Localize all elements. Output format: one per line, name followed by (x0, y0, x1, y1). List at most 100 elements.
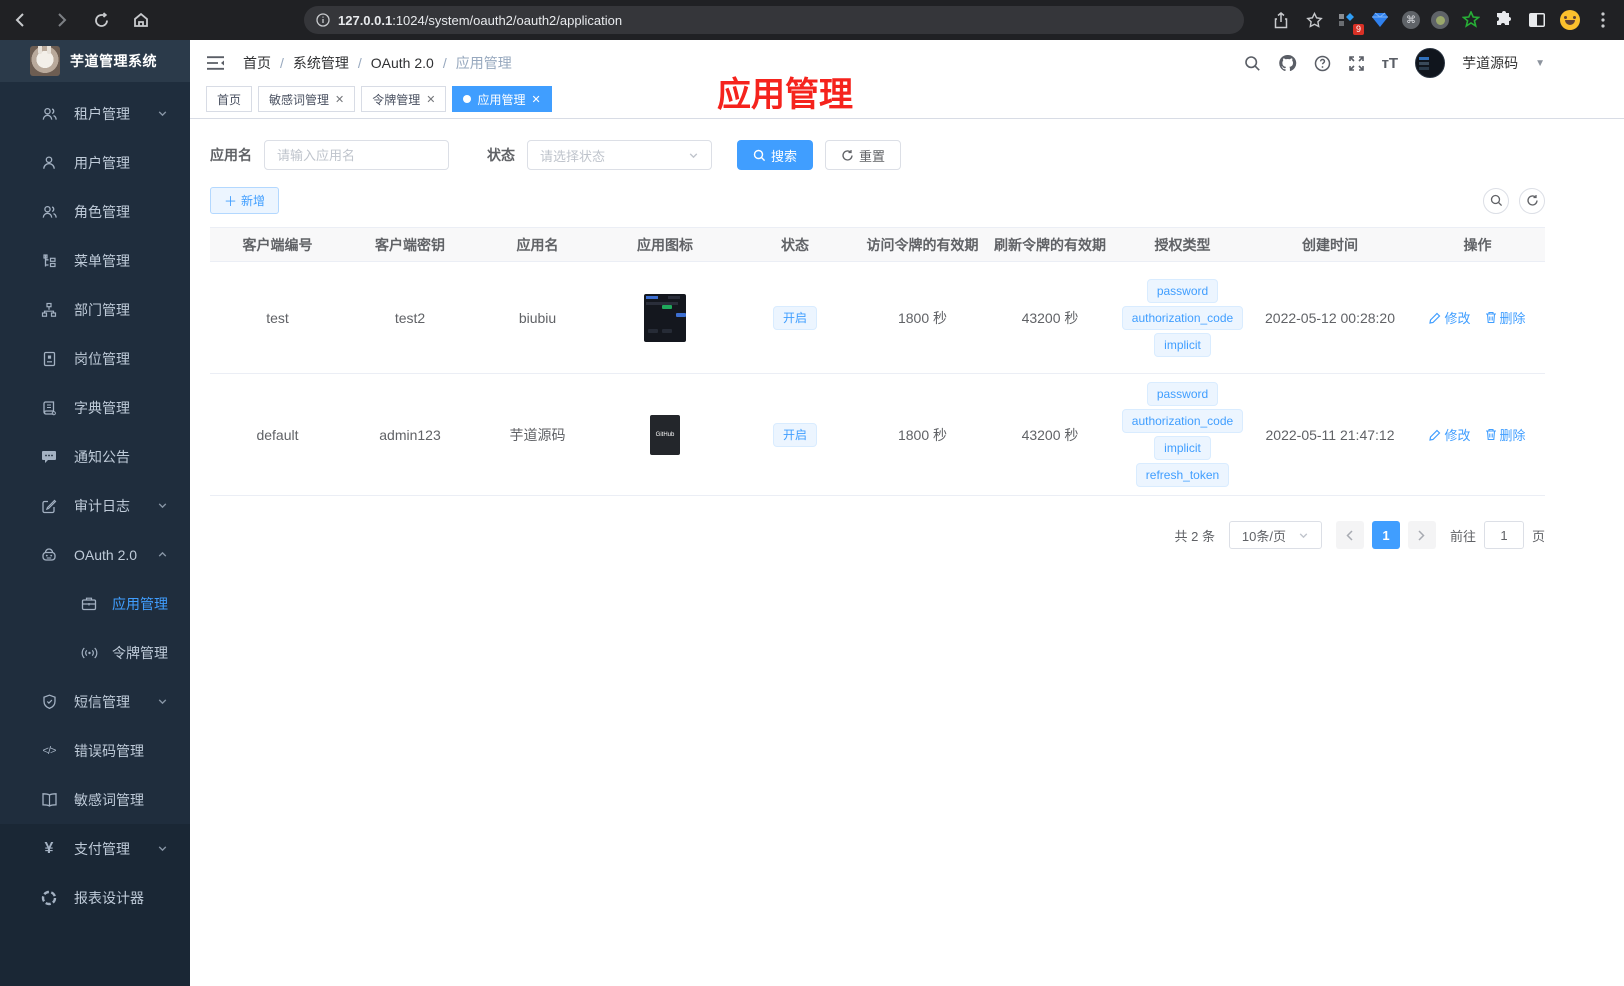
sidebar-item-error-code[interactable]: </> 错误码管理 (0, 726, 190, 775)
close-icon[interactable]: ✕ (426, 93, 435, 106)
menu-tree-icon (40, 253, 58, 269)
sidebar-item-oauth2[interactable]: OAuth 2.0 (0, 530, 190, 579)
github-icon[interactable] (1278, 54, 1297, 72)
delete-button[interactable]: 删除 (1485, 425, 1526, 444)
chevron-down-icon[interactable]: ▼ (1535, 58, 1545, 69)
url-host: 127.0.0.1 (338, 12, 393, 28)
help-icon[interactable] (1314, 55, 1331, 72)
cell-app-name: biubiu (475, 261, 600, 374)
bookmark-star-icon[interactable] (1303, 9, 1325, 31)
sidebar-item-post[interactable]: 岗位管理 (0, 334, 190, 383)
red-annotation-title: 应用管理 (717, 76, 853, 114)
cell-created: 2022-05-11 21:47:12 (1250, 373, 1410, 496)
breadcrumb-oauth2[interactable]: OAuth 2.0 (371, 55, 434, 71)
home-icon[interactable] (128, 7, 154, 33)
shield-check-icon (40, 694, 58, 710)
add-button[interactable]: ＋新增 (210, 187, 280, 214)
applications-table: 客户端编号 客户端密钥 应用名 应用图标 状态 访问令牌的有效期 刷新令牌的有效… (210, 227, 1545, 496)
font-size-icon[interactable]: ᴛT (1382, 55, 1399, 72)
extension-diamond-icon[interactable]: 9 (1336, 9, 1364, 35)
status-select[interactable]: 请选择状态 (527, 140, 712, 170)
sidebar-item-notice[interactable]: 通知公告 (0, 432, 190, 481)
grant-tag: password (1146, 382, 1219, 406)
tab-home[interactable]: 首页 (206, 86, 253, 112)
url-path: :1024/system/oauth2/oauth2/application (392, 12, 623, 28)
sidebar-item-sms[interactable]: 短信管理 (0, 677, 190, 726)
extension-puzzle-icon[interactable] (1493, 9, 1515, 31)
sidebar-item-label: 菜单管理 (74, 252, 130, 269)
back-icon[interactable] (8, 7, 34, 33)
sidebar-item-menu[interactable]: 菜单管理 (0, 236, 190, 285)
tab-sensitive-word[interactable]: 敏感词管理 ✕ (258, 86, 356, 112)
refresh-icon[interactable] (1519, 187, 1545, 214)
breadcrumb-home[interactable]: 首页 (243, 53, 271, 73)
user-name[interactable]: 芋道源码 (1462, 53, 1518, 73)
extension-record-icon[interactable] (1431, 11, 1449, 29)
sidebar-item-label: 用户管理 (74, 154, 130, 171)
forward-icon[interactable] (48, 7, 74, 33)
sidebar-item-application[interactable]: 应用管理 (0, 579, 190, 628)
sidebar-item-audit-log[interactable]: 审计日志 (0, 481, 190, 530)
robot-icon (40, 547, 58, 563)
code-icon: </> (42, 744, 57, 757)
open-book-icon (40, 792, 58, 807)
cell-client-id: test (210, 261, 345, 374)
sidebar-item-role[interactable]: 角色管理 (0, 187, 190, 236)
sidebar-item-payment[interactable]: ¥ 支付管理 (0, 824, 190, 873)
sidebar-item-label: 短信管理 (74, 693, 130, 710)
edit-button[interactable]: 修改 (1429, 425, 1471, 444)
search-icon[interactable] (1244, 55, 1261, 72)
tab-token[interactable]: 令牌管理 ✕ (361, 86, 447, 112)
grant-tag: password (1146, 278, 1219, 303)
toggle-search-icon[interactable] (1483, 187, 1509, 214)
extension-command-icon[interactable]: ⌘ (1402, 11, 1420, 29)
status-badge: 开启 (772, 305, 817, 330)
profile-avatar-icon[interactable] (1559, 9, 1581, 31)
sidebar-item-dict[interactable]: 字典管理 (0, 383, 190, 432)
share-icon[interactable] (1270, 9, 1292, 31)
grant-tag: authorization_code (1121, 409, 1244, 433)
designer-icon (40, 890, 58, 906)
close-icon[interactable]: ✕ (532, 93, 541, 106)
reload-icon[interactable] (88, 7, 114, 33)
cell-refresh-ttl: 43200 秒 (985, 261, 1115, 374)
collapse-sidebar-icon[interactable] (206, 55, 225, 71)
info-icon[interactable] (316, 13, 330, 27)
sidebar-item-label: 角色管理 (74, 203, 130, 220)
app-name-input[interactable] (264, 140, 449, 170)
grant-tag: implicit (1154, 436, 1211, 460)
org-tree-icon (40, 302, 58, 318)
browser-menu-icon[interactable] (1592, 9, 1614, 31)
split-screen-icon[interactable] (1526, 9, 1548, 31)
app-logo: 芋道管理系统 (0, 40, 190, 82)
breadcrumb-system[interactable]: 系统管理 (293, 53, 349, 73)
extension-gem-icon[interactable] (1369, 9, 1391, 31)
extension-green-star-icon[interactable] (1460, 9, 1482, 31)
edit-button[interactable]: 修改 (1429, 308, 1471, 327)
sidebar-item-report-designer[interactable]: 报表设计器 (0, 873, 190, 922)
users-icon (40, 106, 58, 122)
search-button[interactable]: 搜索 (737, 140, 814, 170)
sidebar-item-user[interactable]: 用户管理 (0, 138, 190, 187)
app-icon-image: GitHub (650, 414, 680, 455)
sidebar-item-label: 部门管理 (74, 301, 130, 318)
sidebar-item-sensitive-word[interactable]: 敏感词管理 (0, 775, 190, 824)
fullscreen-icon[interactable] (1348, 55, 1365, 72)
goto-page-input[interactable] (1483, 521, 1524, 549)
sidebar-item-dept[interactable]: 部门管理 (0, 285, 190, 334)
delete-button[interactable]: 删除 (1485, 308, 1526, 327)
tab-application[interactable]: 应用管理 ✕ (452, 86, 552, 112)
app-name-label: 应用名 (210, 147, 252, 163)
sidebar-item-token[interactable]: 令牌管理 (0, 628, 190, 677)
reset-button[interactable]: 重置 (825, 140, 902, 170)
user-avatar[interactable] (1415, 48, 1446, 78)
prev-page-button[interactable] (1335, 521, 1364, 549)
next-page-button[interactable] (1407, 521, 1436, 549)
close-icon[interactable]: ✕ (335, 93, 344, 106)
page-size-select[interactable]: 10条/页 (1228, 521, 1322, 549)
page-unit-label: 页 (1531, 528, 1545, 544)
browser-chrome: 127.0.0.1:1024/system/oauth2/oauth2/appl… (0, 0, 1624, 40)
sidebar-item-tenant[interactable]: 租户管理 (0, 89, 190, 138)
url-bar[interactable]: 127.0.0.1:1024/system/oauth2/oauth2/appl… (304, 6, 1244, 34)
page-number-1[interactable]: 1 (1371, 521, 1400, 549)
